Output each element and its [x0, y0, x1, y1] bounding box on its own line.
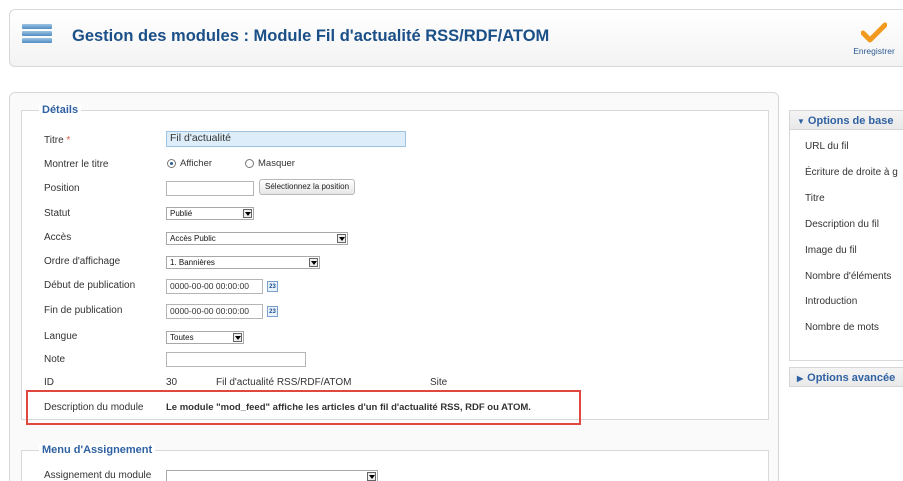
caret-right-icon: ▶	[797, 374, 804, 383]
position-input[interactable]	[166, 181, 254, 196]
show-option-label: Afficher	[180, 158, 213, 169]
language-label: Langue	[44, 331, 78, 342]
menu-assignment-legend: Menu d'Assignement	[39, 444, 156, 456]
save-button[interactable]: Enregistrer	[844, 22, 903, 62]
chevron-down-icon	[367, 472, 376, 481]
details-fieldset	[21, 110, 769, 420]
basic-options-label: Options de base	[807, 115, 894, 127]
hide-option-label: Masquer	[258, 158, 295, 169]
status-label: Statut	[44, 208, 71, 219]
basic-options-title[interactable]: ▼ Options de base	[797, 115, 894, 127]
option-feed-image: Image du fil	[805, 245, 857, 256]
module-assignment-label: Assignement du module	[44, 470, 152, 481]
id-label: ID	[44, 377, 54, 388]
publish-down-input[interactable]: 0000-00-00 00:00:00	[166, 304, 263, 319]
status-select[interactable]: Publié	[166, 207, 254, 220]
chevron-down-icon	[233, 333, 242, 342]
checkmark-icon	[861, 22, 887, 43]
order-label: Ordre d'affichage	[44, 256, 121, 267]
order-select[interactable]: 1. Bannières	[166, 256, 320, 269]
language-value: Toutes	[170, 333, 194, 342]
title-input[interactable]: Fil d'actualité	[166, 131, 406, 147]
chevron-down-icon	[309, 258, 318, 267]
id-module-name: Fil d'actualité RSS/RDF/ATOM	[216, 377, 352, 388]
save-label: Enregistrer	[853, 46, 895, 56]
toolbar-header: Gestion des modules : Module Fil d'actua…	[9, 9, 903, 67]
chevron-down-icon	[337, 234, 346, 243]
calendar-icon[interactable]: 23	[267, 281, 278, 292]
id-value: 30	[166, 377, 178, 388]
position-label: Position	[44, 183, 80, 194]
option-feed-url: URL du fil	[805, 141, 849, 152]
option-title: Titre	[805, 193, 825, 204]
show-title-radio-hide[interactable]	[245, 159, 254, 168]
access-value: Accès Public	[170, 234, 216, 243]
status-value: Publié	[170, 209, 193, 218]
id-client: Site	[430, 377, 448, 388]
chevron-down-icon	[243, 209, 252, 218]
module-assignment-select[interactable]	[166, 470, 378, 481]
title-label: Titre *	[44, 135, 70, 146]
option-introduction: Introduction	[805, 296, 858, 307]
details-legend: Détails	[39, 104, 82, 116]
show-title-label: Montrer le titre	[44, 159, 109, 170]
note-label: Note	[44, 354, 66, 365]
module-manager-icon	[22, 24, 52, 48]
language-select[interactable]: Toutes	[166, 331, 244, 344]
advanced-options-title[interactable]: ▶ Options avancée	[797, 372, 895, 384]
advanced-options-label: Options avancée	[807, 372, 896, 384]
access-select[interactable]: Accès Public	[166, 232, 348, 245]
publish-up-input[interactable]: 0000-00-00 00:00:00	[166, 279, 263, 294]
option-rtl: Écriture de droite à g	[805, 167, 898, 178]
order-value: 1. Bannières	[170, 258, 215, 267]
caret-down-icon: ▼	[797, 117, 805, 126]
show-title-radio-show[interactable]	[167, 159, 176, 168]
highlight-box	[26, 390, 581, 425]
select-position-button[interactable]: Sélectionnez la position	[259, 179, 356, 195]
required-marker: *	[66, 135, 71, 146]
calendar-icon[interactable]: 23	[267, 306, 278, 317]
title-label-text: Titre	[44, 135, 64, 146]
access-label: Accès	[44, 232, 72, 243]
page-title: Gestion des modules : Module Fil d'actua…	[72, 27, 550, 45]
option-feed-description: Description du fil	[805, 219, 879, 230]
publish-down-label: Fin de publication	[44, 305, 123, 316]
option-item-count: Nombre d'éléments	[805, 271, 892, 282]
publish-up-label: Début de publication	[44, 280, 136, 291]
note-input[interactable]	[166, 352, 306, 367]
option-word-count: Nombre de mots	[805, 322, 879, 333]
